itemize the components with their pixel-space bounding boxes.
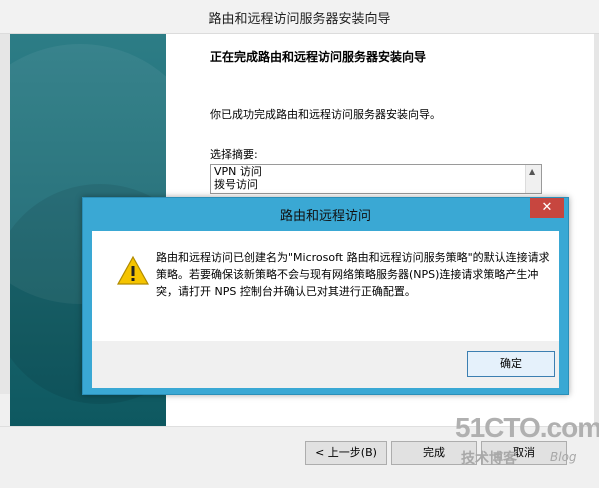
ok-button[interactable]: 确定 <box>467 351 555 377</box>
message-dialog: 路由和远程访问 ✕ 路由和远程访问已创建名为"Microsoft 路由和远程访问… <box>82 197 569 395</box>
wizard-titlebar[interactable]: 路由和远程访问服务器安装向导 <box>0 0 599 34</box>
summary-list[interactable]: VPN 访问 拨号访问 ▲ <box>210 164 542 194</box>
wizard-completion-text: 你已成功完成路由和远程访问服务器安装向导。 <box>210 108 441 121</box>
back-button[interactable]: < 上一步(B) <box>305 441 387 465</box>
summary-item-vpn: VPN 访问 <box>214 165 262 178</box>
summary-item-dialup: 拨号访问 <box>214 178 258 191</box>
dialog-body: 路由和远程访问已创建名为"Microsoft 路由和远程访问服务策略"的默认连接… <box>92 231 559 341</box>
dialog-footer: 确定 <box>92 341 559 388</box>
dialog-close-button[interactable]: ✕ <box>530 198 564 218</box>
wizard-right-edge <box>594 34 599 426</box>
watermark-blog: Blog <box>550 450 577 464</box>
watermark: 51CTO.com 技术博客 Blog <box>455 412 599 474</box>
dialog-title: 路由和远程访问 <box>279 209 371 224</box>
summary-scrollbar[interactable]: ▲ <box>525 165 541 193</box>
scroll-up-icon[interactable]: ▲ <box>529 167 535 176</box>
warning-icon <box>116 255 150 285</box>
watermark-sub: 技术博客 <box>461 451 517 467</box>
wizard-left-edge <box>0 34 10 394</box>
close-icon: ✕ <box>541 200 553 215</box>
watermark-logo: 51CTO.com <box>455 412 599 443</box>
wizard-title: 路由和远程访问服务器安装向导 <box>208 12 391 27</box>
dialog-message: 路由和远程访问已创建名为"Microsoft 路由和远程访问服务策略"的默认连接… <box>156 251 550 298</box>
wizard-heading: 正在完成路由和远程访问服务器安装向导 <box>210 50 427 64</box>
summary-label: 选择摘要: <box>210 148 258 161</box>
